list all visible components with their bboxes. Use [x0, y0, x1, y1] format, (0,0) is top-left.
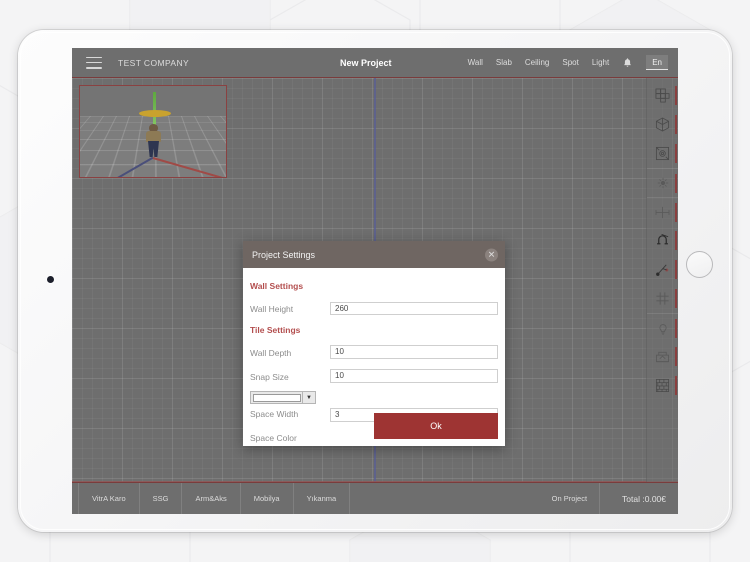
cube-3d-icon: [655, 117, 670, 132]
toolbar-item-furniture[interactable]: [647, 342, 679, 371]
toolbar-item-grid[interactable]: [647, 284, 679, 313]
dimension-icon: [655, 206, 670, 218]
ok-button[interactable]: Ok: [374, 413, 498, 439]
hamburger-icon[interactable]: [86, 56, 102, 69]
label-snap-size: Snap Size: [250, 372, 289, 382]
nav-item-slab[interactable]: Slab: [496, 58, 512, 67]
section-header-tile-settings: Tile Settings: [250, 324, 301, 335]
nav-item-spot[interactable]: Spot: [562, 58, 578, 67]
chevron-down-icon[interactable]: ▼: [302, 392, 315, 403]
measure-angle-icon: [656, 264, 669, 276]
bottom-tab-mobilya[interactable]: Mobilya: [241, 483, 294, 514]
page-title: New Project: [340, 57, 392, 68]
bottom-tab-arm-aks[interactable]: Arm&Aks: [182, 483, 241, 514]
app-screen: TEST COMPANY New Project Wall Slab Ceili…: [72, 48, 678, 514]
bottom-tab-vitra-karo[interactable]: VitrA Karo: [78, 483, 140, 514]
toolbar-item-brick-wall[interactable]: [647, 371, 679, 400]
toolbar-item-dimension[interactable]: [646, 197, 678, 226]
design-canvas[interactable]: Project Settings ✕ Wall Settings Wall He…: [72, 78, 678, 482]
wall-height-input[interactable]: [330, 301, 498, 315]
label-wall-depth: Wall Depth: [250, 348, 292, 358]
furniture-icon: [656, 351, 669, 362]
toolbar-item-bulb[interactable]: [646, 313, 678, 342]
bottom-bar-right: On Project Total :0.00€: [540, 483, 678, 514]
brick-wall-icon: [656, 379, 669, 392]
top-bar: TEST COMPANY New Project Wall Slab Ceili…: [72, 48, 678, 78]
toolbar-item-tile-pattern[interactable]: [647, 81, 679, 110]
row-wall-settings-header: Wall Settings: [250, 279, 498, 293]
preview-yellow-disc: [139, 110, 171, 117]
dialog-body: Wall Settings Wall Height Tile Settings: [243, 268, 505, 446]
on-project-button[interactable]: On Project: [540, 483, 601, 514]
bulb-icon: [659, 323, 666, 334]
space-color-picker[interactable]: ▼: [250, 391, 316, 404]
room-object-icon: [655, 146, 670, 161]
front-camera-icon: [47, 276, 54, 283]
nav-item-wall[interactable]: Wall: [468, 58, 483, 67]
bottom-tab-ssg[interactable]: SSG: [140, 483, 183, 514]
sun-light-icon: [657, 177, 668, 189]
label-space-width: Space Width: [250, 409, 299, 419]
tile-pattern-icon: [655, 88, 670, 103]
3d-preview-panel[interactable]: [79, 85, 227, 178]
wall-depth-input[interactable]: [330, 345, 498, 359]
bottom-bar: VitrA Karo SSG Arm&Aks Mobilya Yıkanma O…: [72, 482, 678, 514]
nav-item-light[interactable]: Light: [592, 58, 609, 67]
bell-icon[interactable]: [622, 57, 633, 69]
total-price-label: Total :0.00€: [622, 493, 666, 504]
toolbar-item-sun-light[interactable]: [646, 168, 678, 197]
company-name: TEST COMPANY: [118, 57, 190, 68]
label-space-color: Space Color: [250, 433, 297, 443]
tablet-device: TEST COMPANY New Project Wall Slab Ceili…: [18, 30, 732, 532]
close-icon[interactable]: ✕: [485, 248, 498, 261]
row-snap-size: Snap Size: [250, 367, 498, 385]
row-wall-depth: Wall Depth: [250, 343, 498, 361]
snap-size-input[interactable]: [330, 369, 498, 383]
top-nav: Wall Slab Ceiling Spot Light En: [468, 48, 668, 77]
preview-avatar-body: [146, 131, 161, 142]
toolbar-item-3d-cube[interactable]: [647, 110, 679, 139]
dialog-title: Project Settings: [252, 249, 316, 260]
magnet-snap-icon: [657, 234, 669, 245]
toolbar-item-measure-angle[interactable]: [647, 255, 679, 284]
language-button[interactable]: En: [646, 55, 668, 70]
right-toolbar: [646, 78, 678, 482]
nav-item-ceiling[interactable]: Ceiling: [525, 58, 549, 67]
bottom-tab-yikanma[interactable]: Yıkanma: [294, 483, 351, 514]
home-button[interactable]: [686, 251, 713, 278]
dialog-header: Project Settings ✕: [243, 241, 505, 268]
project-settings-dialog: Project Settings ✕ Wall Settings Wall He…: [243, 241, 505, 446]
section-header-wall-settings: Wall Settings: [250, 280, 304, 291]
row-tile-settings-header: Tile Settings: [250, 323, 498, 337]
space-color-swatch: [252, 393, 301, 402]
toolbar-item-room-object[interactable]: [647, 139, 679, 168]
row-wall-height: Wall Height: [250, 299, 498, 317]
grid-icon: [656, 292, 669, 305]
toolbar-item-magnet-snap[interactable]: [647, 226, 679, 255]
label-wall-height: Wall Height: [250, 304, 294, 314]
